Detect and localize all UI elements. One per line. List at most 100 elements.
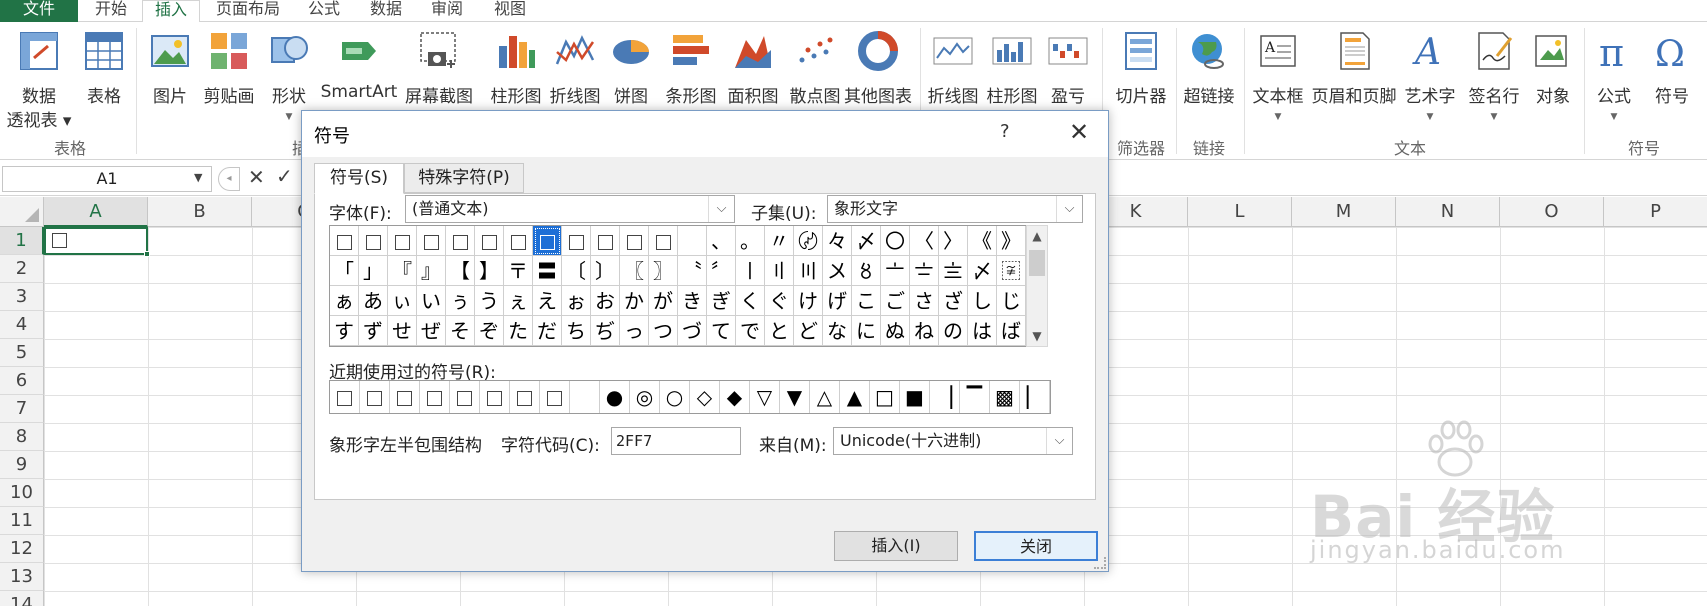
symbol-cell[interactable]: 〾 [997,256,1026,286]
symbol-cell[interactable]: は [968,316,997,346]
wordart-button[interactable]: A 艺术字 ▼ [1398,24,1462,134]
recent-symbol-cell[interactable]: ▏ [1020,381,1050,413]
symbol-cell[interactable]: 〝 [678,256,707,286]
symbol-cell[interactable]: ぁ [330,286,359,316]
symbol-cell[interactable]: ぢ [591,316,620,346]
recent-symbol-cell[interactable]: □ [870,381,900,413]
recent-symbol-cell[interactable]: ⿶ [360,381,390,413]
pivot-table-button[interactable]: 数据 透视表 ▾ [4,24,74,134]
row-header-11[interactable]: 11 [0,507,44,535]
column-header-p[interactable]: P [1604,197,1707,227]
symbol-cell[interactable]: 〈 [910,226,939,256]
symbol-cell[interactable]: ね [910,316,939,346]
textbox-button[interactable]: A 文本框 ▼ [1246,24,1310,134]
row-header-6[interactable]: 6 [0,367,44,395]
recent-symbol-cell[interactable]: ▼ [780,381,810,413]
recent-symbol-cell[interactable]: ⿷ [330,381,360,413]
recent-symbol-cell[interactable]: ■ [900,381,930,413]
symbol-cell[interactable]: ぃ [388,286,417,316]
dialog-close-icon[interactable]: ✕ [1062,117,1096,149]
hyperlink-button[interactable]: 超链接 [1178,24,1240,134]
symbol-cell[interactable]: 】 [475,256,504,286]
symbol-cell[interactable]: せ [388,316,417,346]
recent-symbol-cell[interactable]: ⿰ [540,381,570,413]
symbol-cell[interactable]: け [794,286,823,316]
tab-symbols[interactable]: 符号(S) [314,163,404,194]
equation-button[interactable]: π 公式 ▼ [1586,24,1642,134]
symbol-cell[interactable]: ち [562,316,591,346]
cancel-entry-icon[interactable]: ✕ [248,165,265,189]
row-header-12[interactable]: 12 [0,535,44,563]
column-header-b[interactable]: B [148,197,252,227]
recent-symbol-cell[interactable]: ◆ [720,381,750,413]
column-header-m[interactable]: M [1292,197,1396,227]
char-code-input[interactable]: 2FF7 [611,427,741,455]
recent-symbol-cell[interactable] [570,381,600,413]
symbol-cell[interactable]: 〄 [794,226,823,256]
row-header-10[interactable]: 10 [0,479,44,507]
select-all-corner[interactable] [0,197,44,227]
tab-page-layout[interactable]: 页面布局 [206,0,290,22]
row-header-8[interactable]: 8 [0,423,44,451]
symbol-cell[interactable]: ⿱ [359,226,388,256]
column-header-l[interactable]: L [1188,197,1292,227]
symbol-cell[interactable]: 〞 [707,256,736,286]
symbol-cell[interactable]: ⿰ [330,226,359,256]
symbol-cell[interactable]: だ [533,316,562,346]
symbol-cell[interactable]: 〖 [620,256,649,286]
symbol-cell[interactable]: 々 [823,226,852,256]
insert-button[interactable]: 插入(I) [834,531,958,561]
symbol-cell[interactable]: ご [881,286,910,316]
symbol-cell[interactable]: ぜ [417,316,446,346]
symbol-cell[interactable]: 〦 [881,256,910,286]
symbol-cell[interactable]: 〗 [649,256,678,286]
recent-symbols-grid[interactable]: ⿷⿶⿵⿴⿳⿲⿱⿰ ●◎○◇◆▽▼△▲□■▕▔▩▏ [329,380,1051,414]
symbol-cell[interactable]: す [330,316,359,346]
table-button[interactable]: 表格 [76,24,132,134]
symbol-cell[interactable]: ⿹ [591,226,620,256]
clipart-button[interactable]: 剪贴画 [198,24,260,134]
symbol-cell[interactable]: か [620,286,649,316]
formula-bar-grip-icon[interactable]: ◂ [218,167,240,191]
tab-view[interactable]: 视图 [478,0,542,22]
symbol-cell[interactable]: ⿸ [562,226,591,256]
symbol-cell[interactable]: 〇 [881,226,910,256]
symbol-grid[interactable]: ⿰⿱⿲⿳⿴⿵⿶⿷⿸⿹⿺⿻ 、。〃〄々〆〇〈〉《》「」『』【】〒〓〔〕〖〗〝〞〡〢… [329,225,1026,347]
symbol-cell[interactable]: え [533,286,562,316]
symbol-cell[interactable]: 〓 [533,256,562,286]
symbol-cell[interactable]: う [475,286,504,316]
symbol-cell[interactable]: で [736,316,765,346]
cell-a1[interactable] [44,227,148,255]
object-button[interactable]: 对象 [1526,24,1580,134]
symbol-cell[interactable]: じ [997,286,1026,316]
recent-symbol-cell[interactable]: ○ [660,381,690,413]
scroll-down-icon[interactable]: ▼ [1027,326,1047,346]
recent-symbol-cell[interactable]: ▽ [750,381,780,413]
row-header-5[interactable]: 5 [0,339,44,367]
tab-home[interactable]: 开始 [80,0,142,22]
symbol-cell[interactable]: 〧 [910,256,939,286]
symbol-cell[interactable]: 〢 [765,256,794,286]
resize-grip[interactable] [1094,557,1106,569]
symbol-cell[interactable]: に [852,316,881,346]
symbol-cell[interactable]: 〆 [852,226,881,256]
row-header-9[interactable]: 9 [0,451,44,479]
symbol-cell[interactable]: し [968,286,997,316]
symbol-cell[interactable]: 》 [997,226,1026,256]
tab-formulas[interactable]: 公式 [292,0,356,22]
symbol-grid-scrollbar[interactable]: ▲ ▼ [1026,225,1048,347]
recent-symbol-cell[interactable]: ⿲ [480,381,510,413]
fill-handle[interactable] [144,251,150,257]
symbol-cell[interactable]: 、 [707,226,736,256]
recent-symbol-cell[interactable]: ⿴ [420,381,450,413]
row-header-13[interactable]: 13 [0,563,44,591]
symbol-cell[interactable]: と [765,316,794,346]
symbol-cell[interactable]: 〆 [968,256,997,286]
symbol-cell[interactable]: ず [359,316,388,346]
symbol-cell[interactable]: 。 [736,226,765,256]
symbol-cell[interactable]: ⿲ [388,226,417,256]
font-select[interactable]: (普通文本) ⌵ [405,195,735,223]
symbol-cell[interactable]: 〣 [794,256,823,286]
symbol-cell[interactable]: き [678,286,707,316]
tab-insert[interactable]: 插入 [142,0,200,23]
